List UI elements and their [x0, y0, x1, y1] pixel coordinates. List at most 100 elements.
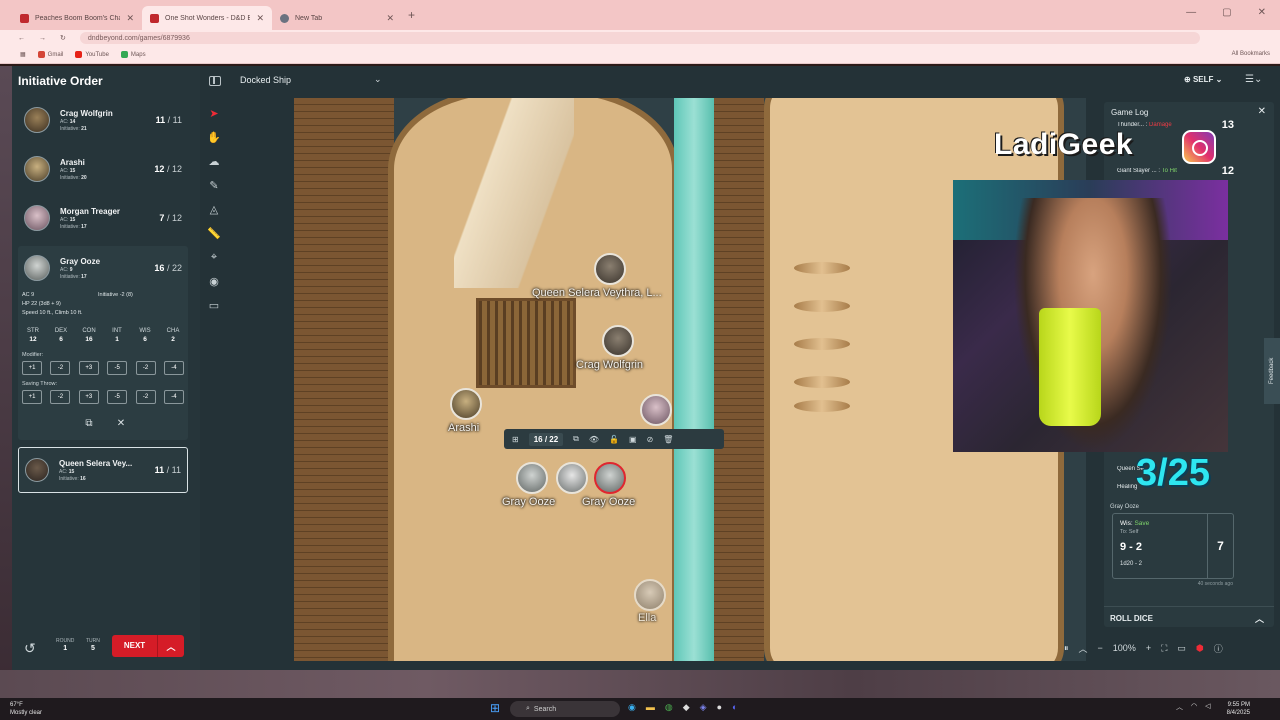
browser-tab[interactable]: Peaches Boom Boom's Charact ✕ [12, 6, 142, 30]
ping-target-icon[interactable]: ⌖ [205, 248, 223, 266]
combatant-gray-ooze[interactable]: Gray Ooze AC: 9 Initiative: 17 16 / 22 [18, 246, 188, 290]
menu-icon[interactable]: ☰⌄ [1245, 74, 1262, 85]
pause-icon[interactable]: ⏸ [1064, 643, 1069, 654]
volume-icon[interactable]: ◁ [1205, 702, 1210, 712]
lock-icon[interactable]: 🔓 [609, 435, 619, 444]
view-as-self[interactable]: ⊕ SELF ⌄ [1184, 75, 1222, 84]
characters-icon[interactable]: ◉ [205, 272, 223, 290]
token-gray-ooze[interactable] [516, 462, 548, 494]
pan-hand-icon[interactable]: ✋ [205, 128, 223, 146]
roll-dex-save-button[interactable]: -2 [50, 390, 71, 404]
reset-combat-icon[interactable]: ↺ [24, 640, 36, 657]
close-tab-icon[interactable]: ✕ [126, 13, 134, 24]
token-gray-ooze-selected[interactable] [594, 462, 626, 494]
token-morgan-treager[interactable] [640, 394, 672, 426]
combatant-queen-selera[interactable]: Queen Selera Vey... AC: 15 Initiative: 1… [18, 447, 188, 493]
browser-tab-active[interactable]: One Shot Wonders - D&D Beyo ✕ [142, 6, 272, 30]
new-tab-plus-icon[interactable]: + [408, 8, 415, 22]
delete-trash-icon[interactable]: 🗑 [663, 435, 673, 444]
windows-start-icon[interactable]: ⊞ [490, 701, 500, 715]
token-crag-wolfgrin[interactable] [602, 325, 634, 357]
log-value: 13 [1221, 119, 1234, 131]
chevron-up-icon[interactable]: ︿ [158, 640, 184, 653]
app-icon[interactable]: ◆ [683, 702, 690, 713]
bookmark-maps[interactable]: Maps [120, 51, 146, 58]
visibility-eye-icon[interactable]: 👁 [589, 435, 599, 444]
taskbar-search[interactable]: ⌕ Search [510, 701, 620, 717]
hide-icon[interactable]: ⊘ [647, 435, 654, 444]
file-explorer-icon[interactable]: ▬ [646, 702, 655, 713]
combatant-morgan-treager[interactable]: Morgan Treager AC: 15 Initiative: 17 7 /… [18, 196, 188, 240]
close-tab-icon[interactable]: ✕ [256, 13, 264, 24]
token-morgan-overlap[interactable] [556, 462, 588, 494]
token-hp-field[interactable]: 16 / 22 [528, 432, 564, 446]
fog-cloud-icon[interactable]: ☁ [205, 152, 223, 170]
roll-dex-check-button[interactable]: -2 [50, 361, 71, 375]
ruler-icon[interactable]: 📏 [205, 224, 223, 242]
select-pointer-icon[interactable]: ➤ [205, 104, 223, 122]
chevron-down-icon[interactable]: ⌄ [374, 74, 382, 85]
minimize-icon[interactable]: — [1186, 7, 1196, 18]
map-selector[interactable]: Docked Ship [240, 75, 291, 85]
display-icon[interactable]: ▭ [1177, 643, 1186, 654]
token-settings-icon[interactable]: ▣ [629, 435, 637, 444]
copy-icon[interactable]: ⧉ [82, 416, 96, 430]
all-bookmarks-link[interactable]: All Bookmarks [1232, 51, 1270, 57]
roll-str-save-button[interactable]: +1 [22, 390, 42, 404]
weather-text: Mostly clear [10, 710, 43, 716]
zoom-in-icon[interactable]: + [1146, 643, 1151, 653]
apps-grid-icon[interactable]: ▦ [20, 51, 26, 58]
roll-cha-save-button[interactable]: -4 [163, 390, 184, 404]
edge-icon[interactable]: ◉ [628, 702, 636, 713]
draw-pencil-icon[interactable]: ✎ [205, 176, 223, 194]
token-arashi[interactable] [450, 388, 482, 420]
roll-int-save-button[interactable]: -5 [107, 390, 128, 404]
desktop-background-left [0, 66, 12, 698]
roll-dice-toggle[interactable]: ROLL DICE ︿ [1104, 606, 1274, 628]
zoom-out-icon[interactable]: − [1098, 643, 1103, 653]
back-icon[interactable]: ← [18, 35, 25, 42]
wifi-icon[interactable]: ◠ [1191, 702, 1197, 712]
roll-cha-check-button[interactable]: -4 [163, 361, 184, 375]
browser-tab[interactable]: New Tab ✕ [272, 6, 402, 30]
add-condition-icon[interactable]: ⊞ [512, 435, 519, 444]
next-turn-button[interactable]: NEXT ︿ [112, 635, 184, 657]
forward-icon[interactable]: → [39, 35, 46, 42]
obs-icon[interactable]: ● [717, 702, 722, 713]
maximize-icon[interactable]: ▢ [1222, 7, 1231, 18]
discord-icon[interactable]: ◐ [732, 702, 737, 713]
roll-wis-check-button[interactable]: -2 [135, 361, 156, 375]
roll-con-check-button[interactable]: +3 [78, 361, 99, 375]
feedback-tab[interactable]: Feedback [1264, 338, 1280, 404]
roll-int-check-button[interactable]: -5 [107, 361, 128, 375]
roll-con-save-button[interactable]: +3 [78, 390, 99, 404]
dice-icon[interactable]: ⬢ [1196, 643, 1204, 654]
sidebar-toggle-icon[interactable] [209, 76, 221, 86]
tray-chevron-icon[interactable]: ︿ [1176, 702, 1183, 712]
close-icon[interactable]: ✕ [114, 416, 128, 430]
weather-widget[interactable]: 67°F Mostly clear [10, 701, 42, 717]
bookmark-gmail[interactable]: Gmail [37, 51, 63, 58]
teams-icon[interactable]: ◈ [700, 702, 707, 713]
roll-wis-save-button[interactable]: -2 [135, 390, 156, 404]
info-icon[interactable]: ⓘ [1214, 642, 1223, 655]
statblock-actions: ⧉ ✕ [82, 416, 128, 430]
close-tab-icon[interactable]: ✕ [386, 13, 394, 24]
copy-token-icon[interactable]: ⧉ [573, 434, 579, 444]
bookmark-youtube[interactable]: YouTube [75, 51, 109, 58]
token-queen-selera[interactable] [594, 253, 626, 285]
shapes-icon[interactable]: ◬ [205, 200, 223, 218]
fit-screen-icon[interactable]: ⛶ [1161, 643, 1167, 654]
token-ella[interactable] [634, 579, 666, 611]
address-bar[interactable]: dndbeyond.com/games/6879936 [79, 32, 1200, 44]
chevron-up-icon[interactable]: ︿ [1079, 642, 1088, 655]
chrome-icon[interactable]: ◍ [665, 702, 673, 713]
close-log-icon[interactable]: ✕ [1258, 106, 1266, 117]
notes-icon[interactable]: ▭ [205, 296, 223, 314]
reload-icon[interactable]: ↻ [60, 34, 66, 42]
roll-str-check-button[interactable]: +1 [22, 361, 42, 375]
close-window-icon[interactable]: ✕ [1258, 7, 1266, 18]
clock[interactable]: 9:55 PM 8/4/2025 [1227, 701, 1250, 717]
combatant-crag-wolfgrin[interactable]: Crag Wolfgrin AC: 14 Initiative: 21 11 /… [18, 98, 188, 142]
combatant-arashi[interactable]: Arashi AC: 15 Initiative: 20 12 / 12 [18, 147, 188, 191]
